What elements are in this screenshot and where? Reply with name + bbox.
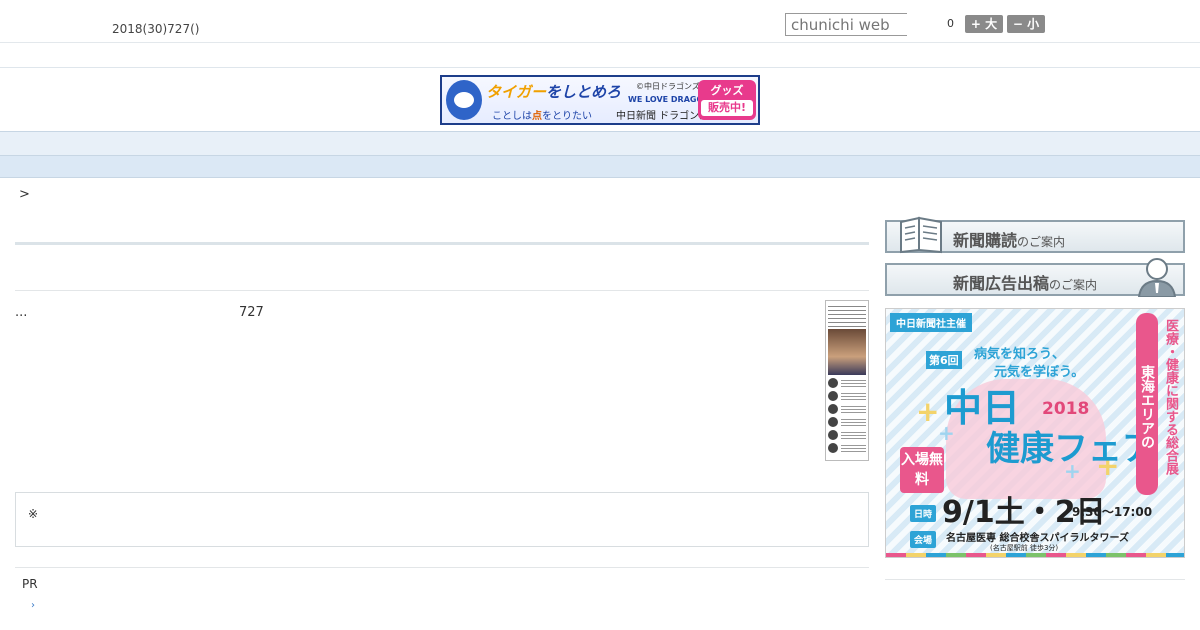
banner-badge: グッズ 販売中!	[698, 80, 756, 120]
fair-title-2: 健康フェア	[986, 429, 1156, 469]
fair-organizer: 中日新聞社主催	[890, 313, 972, 332]
sub-nav	[0, 156, 1200, 178]
thumbnail-photo	[828, 329, 866, 375]
plus-decoration-icon: +	[916, 395, 940, 428]
fair-date-label: 日時	[910, 505, 937, 522]
dragons-shop-banner[interactable]: タイガーをしとめろ ©中日ドラゴンズ WE LOVE DRAGONS ことしは点…	[440, 75, 760, 125]
title-divider	[15, 242, 869, 245]
banner-headline: タイガーをしとめろ	[486, 83, 622, 101]
pr-label: PR	[22, 577, 38, 591]
main-nav	[0, 131, 1200, 156]
fair-venue-label: 会場	[910, 531, 937, 548]
fair-catch-1: 病気を知ろう、	[974, 347, 1066, 362]
fair-year: 2018	[1042, 399, 1090, 419]
search-input[interactable]	[785, 13, 907, 36]
fair-venue: 名古屋医専 総合校舎スパイラルタワーズ	[946, 533, 1129, 544]
font-size-decrease-button[interactable]: − 小	[1007, 15, 1045, 33]
fair-time: 9:30〜17:00	[1072, 505, 1153, 519]
fair-vertical-2: 医療・健康に関する総合展	[1163, 319, 1178, 475]
count-indicator: 0	[947, 17, 954, 30]
book-icon	[900, 216, 942, 254]
person-icon	[1137, 258, 1177, 297]
fair-access: (名古屋駅前 徒歩3分)	[990, 544, 1059, 552]
header-strip	[0, 43, 1200, 68]
current-date: 2018(30)727()	[112, 22, 200, 36]
fair-edition: 第6回	[926, 351, 962, 369]
pr-divider	[15, 567, 869, 568]
sidebar-divider	[885, 579, 1185, 580]
breadcrumb[interactable]: >	[19, 187, 30, 202]
note-box: ※	[15, 492, 869, 547]
fair-vertical-1: 東海エリアの	[1136, 313, 1158, 495]
top-bar: 2018(30)727() 0 + 大 − 小	[0, 0, 1200, 43]
mascot-icon	[446, 80, 482, 120]
advertising-guide-button[interactable]: 新聞広告出稿のご案内	[885, 258, 1185, 297]
chevron-right-icon[interactable]: ›	[31, 600, 35, 611]
newspaper-thumbnail[interactable]	[825, 300, 869, 461]
content-divider	[15, 290, 869, 291]
article-text: ...	[15, 305, 28, 320]
color-stripe	[886, 553, 1184, 557]
banner-subline: ことしは点をとりたい	[492, 111, 592, 122]
health-fair-ad[interactable]: + + + + 中日新聞社主催 第6回 病気を知ろう、 元気を学ぼう。 中日 2…	[885, 308, 1185, 558]
banner-copyright: ©中日ドラゴンズ	[636, 82, 700, 91]
font-size-increase-button[interactable]: + 大	[965, 15, 1003, 33]
subscription-guide-button[interactable]: 新聞購読のご案内	[885, 216, 1185, 254]
note-mark: ※	[28, 507, 39, 521]
article-number: 727	[239, 305, 264, 320]
free-admission-badge: 入場無料	[900, 447, 944, 493]
